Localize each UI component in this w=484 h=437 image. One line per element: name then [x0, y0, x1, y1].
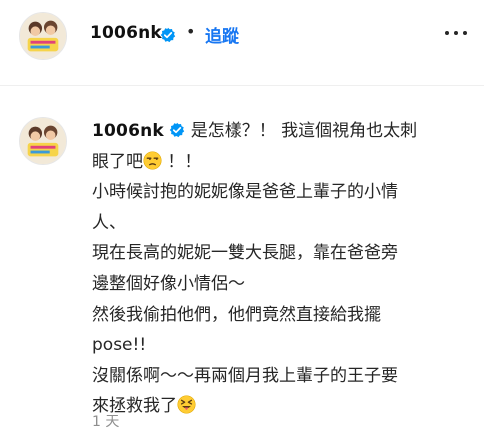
post-header: 1006nk • 追蹤: [0, 0, 484, 86]
follow-button[interactable]: 追蹤: [205, 22, 239, 47]
more-options-icon[interactable]: [445, 28, 467, 38]
caption-line: 1006nk 是怎樣？！ 我這個視角也太刺: [92, 116, 476, 147]
caption-line: 眼了吧 ！！: [92, 147, 476, 178]
separator-dot: •: [186, 22, 196, 41]
avatar-image: [20, 13, 66, 59]
caption-line: 邊整個好像小情侶～: [92, 273, 245, 294]
caption-line: pose!!: [92, 335, 147, 356]
caption-line: 現在長高的妮妮一雙大長腿，靠在爸爸旁: [92, 243, 398, 264]
verified-badge-icon: [170, 122, 185, 138]
username[interactable]: 1006nk: [90, 23, 162, 43]
caption-line-text: 眼了吧: [92, 151, 143, 172]
unamused-face-emoji-icon: [143, 151, 162, 170]
squinting-tongue-face-emoji-icon: [177, 395, 196, 414]
caption-text: 1006nk 是怎樣？！ 我這個視角也太刺 眼了吧 ！！ 小時候討抱的妮妮像是爸…: [92, 116, 476, 422]
caption-line: 小時候討抱的妮妮像是爸爸上輩子的小情: [92, 182, 398, 203]
caption-line: 然後我偷拍他們，他們竟然直接給我擺: [92, 304, 381, 325]
caption-line-text: 是怎樣？！ 我這個視角也太刺: [190, 121, 418, 141]
comment-timestamp[interactable]: 1 天: [92, 411, 119, 431]
caption-line-text: ！！: [167, 151, 202, 172]
comment-username[interactable]: 1006nk: [92, 121, 164, 141]
caption-line: 沒關係啊～～再兩個月我上輩子的王子要: [92, 365, 398, 386]
avatar[interactable]: [19, 12, 67, 60]
verified-badge-icon: [160, 27, 176, 43]
caption-line: 人、: [92, 212, 126, 233]
avatar-image: [20, 118, 66, 164]
caption-line: 來拯救我了: [92, 391, 476, 422]
comment-avatar[interactable]: [19, 117, 67, 165]
